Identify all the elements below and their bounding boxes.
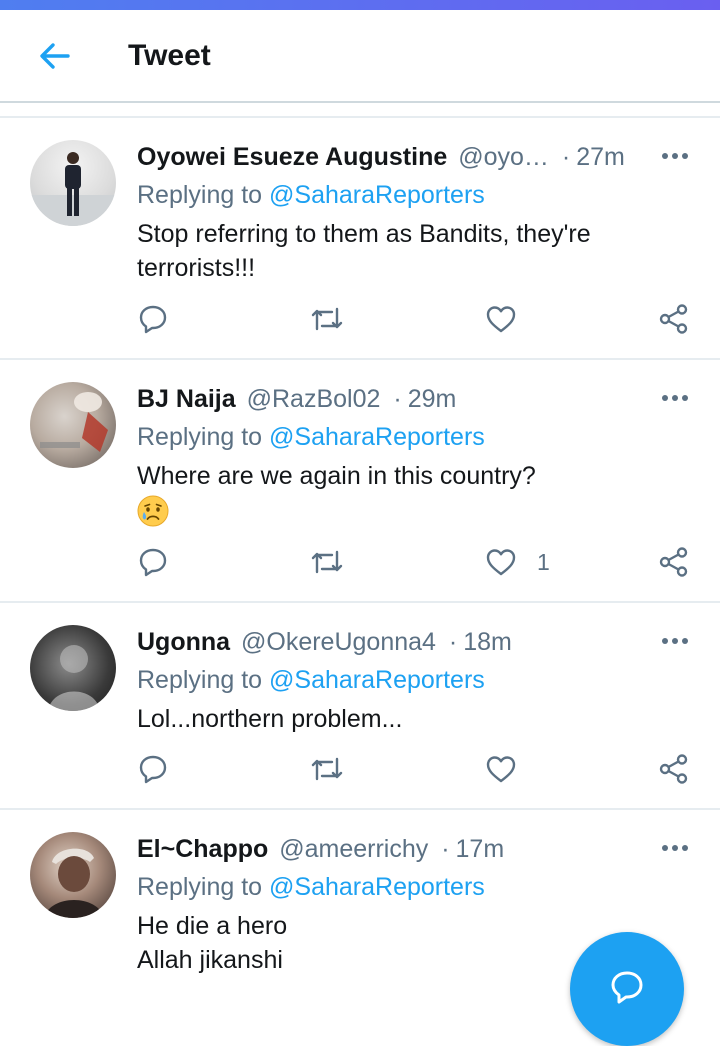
replying-to-label: Replying to — [137, 423, 263, 451]
more-options-button[interactable] — [660, 144, 690, 168]
mention-link[interactable]: @SaharaReporters — [269, 423, 485, 451]
reply-button[interactable] — [136, 545, 170, 579]
avatar[interactable] — [30, 140, 116, 226]
more-horizontal-icon — [662, 153, 688, 159]
compose-reply-icon — [611, 971, 643, 1004]
tweet-emoji-line — [137, 493, 677, 536]
tweet-text-line: He die a hero — [137, 912, 288, 940]
timestamp[interactable]: 27m — [576, 143, 625, 171]
user-handle[interactable]: @RazBol02 — [247, 385, 381, 413]
replying-to-line: Replying to @SaharaReporters — [137, 180, 485, 210]
like-count: 1 — [537, 549, 550, 575]
mention-link[interactable]: @SaharaReporters — [269, 181, 485, 209]
replying-to-line: Replying to @SaharaReporters — [137, 422, 485, 452]
person-photo-icon — [40, 392, 108, 452]
reply-icon — [139, 548, 167, 577]
mention-link[interactable]: @SaharaReporters — [269, 873, 485, 901]
retweet-button[interactable] — [310, 545, 344, 579]
mention-link[interactable]: @SaharaReporters — [269, 666, 485, 694]
more-horizontal-icon — [662, 395, 688, 401]
separator-dot: · — [561, 143, 571, 171]
replying-to-label: Replying to — [137, 873, 263, 901]
person-photo-icon — [30, 152, 116, 226]
reply-icon — [139, 755, 167, 784]
timestamp[interactable]: 18m — [463, 628, 512, 656]
tweet-text-line: Stop referring to them as Bandits, they'… — [137, 220, 591, 248]
separator-dot: · — [441, 835, 450, 863]
separator-dot: · — [393, 385, 402, 413]
like-button[interactable] — [484, 302, 518, 336]
more-horizontal-icon — [662, 638, 688, 644]
display-name[interactable]: El~Chappo — [137, 835, 268, 863]
avatar[interactable] — [30, 832, 116, 918]
share-button[interactable] — [657, 545, 691, 579]
tweet-header: Oyowei Esueze Augustine @oyo… · 27m — [137, 142, 637, 172]
retweet-icon — [311, 550, 343, 574]
share-button[interactable] — [657, 302, 691, 336]
more-options-button[interactable] — [660, 386, 690, 410]
arrow-left-icon — [40, 43, 70, 69]
tweet-item[interactable]: BJ Naija @RazBol02 · 29m Replying to @Sah… — [0, 360, 720, 603]
tweet-text-line: Lol...northern problem... — [137, 705, 403, 733]
reply-icon — [139, 305, 167, 334]
retweet-button[interactable] — [310, 302, 344, 336]
tweet-header: BJ Naija @RazBol02 · 29m — [137, 384, 637, 414]
heart-icon — [486, 756, 516, 783]
back-button[interactable] — [34, 36, 74, 76]
display-name[interactable]: Ugonna — [137, 628, 230, 656]
retweet-icon — [311, 307, 343, 331]
replying-to-label: Replying to — [137, 181, 263, 209]
tweet-text: Where are we again in this country? — [137, 459, 677, 536]
person-photo-icon — [44, 848, 104, 918]
status-bar-strip — [0, 0, 720, 10]
user-handle[interactable]: @OkereUgonna4 — [241, 628, 436, 656]
replies-feed: Oyowei Esueze Augustine @oyo… · 27m Reply… — [0, 116, 720, 1010]
avatar[interactable] — [30, 625, 116, 711]
timestamp[interactable]: 17m — [456, 835, 505, 863]
share-icon — [659, 754, 688, 784]
share-button[interactable] — [657, 752, 691, 786]
page-title: Tweet — [128, 39, 211, 72]
user-handle[interactable]: @oyo… — [458, 143, 549, 171]
more-horizontal-icon — [662, 845, 688, 851]
avatar[interactable] — [30, 382, 116, 468]
tweet-header: El~Chappo @ameerrichy · 17m — [137, 834, 637, 864]
tweet-text: Lol...northern problem... — [137, 702, 677, 736]
tweet-item[interactable]: Oyowei Esueze Augustine @oyo… · 27m Reply… — [0, 118, 720, 360]
like-button[interactable] — [484, 545, 518, 579]
replying-to-label: Replying to — [137, 666, 263, 694]
display-name[interactable]: Oyowei Esueze Augustine — [137, 143, 447, 171]
compose-reply-button[interactable] — [570, 932, 684, 1046]
more-options-button[interactable] — [660, 629, 690, 653]
display-name[interactable]: BJ Naija — [137, 385, 236, 413]
tweet-header: Ugonna @OkereUgonna4 · 18m — [137, 627, 637, 657]
top-bar: Tweet — [0, 10, 720, 102]
person-photo-icon — [48, 645, 100, 711]
user-handle[interactable]: @ameerrichy — [279, 835, 428, 863]
retweet-button[interactable] — [310, 752, 344, 786]
tweet-item[interactable]: Ugonna @OkereUgonna4 · 18m Replying to @S… — [0, 603, 720, 810]
replying-to-line: Replying to @SaharaReporters — [137, 665, 485, 695]
reply-button[interactable] — [136, 302, 170, 336]
sad-but-relieved-face-emoji — [137, 495, 169, 527]
tweet-text: Stop referring to them as Bandits, they'… — [137, 217, 677, 285]
heart-icon — [486, 306, 516, 333]
retweet-icon — [311, 757, 343, 781]
share-icon — [659, 304, 688, 334]
separator-dot: · — [448, 628, 458, 656]
reply-button[interactable] — [136, 752, 170, 786]
heart-icon — [486, 549, 516, 576]
like-button[interactable] — [484, 752, 518, 786]
tweet-text-line: terrorists!!! — [137, 254, 256, 282]
replying-to-line: Replying to @SaharaReporters — [137, 872, 485, 902]
tweet-text-line: Where are we again in this country? — [137, 462, 536, 490]
timestamp[interactable]: 29m — [408, 385, 457, 413]
share-icon — [659, 547, 688, 577]
header-divider — [0, 101, 720, 103]
more-options-button[interactable] — [660, 836, 690, 860]
